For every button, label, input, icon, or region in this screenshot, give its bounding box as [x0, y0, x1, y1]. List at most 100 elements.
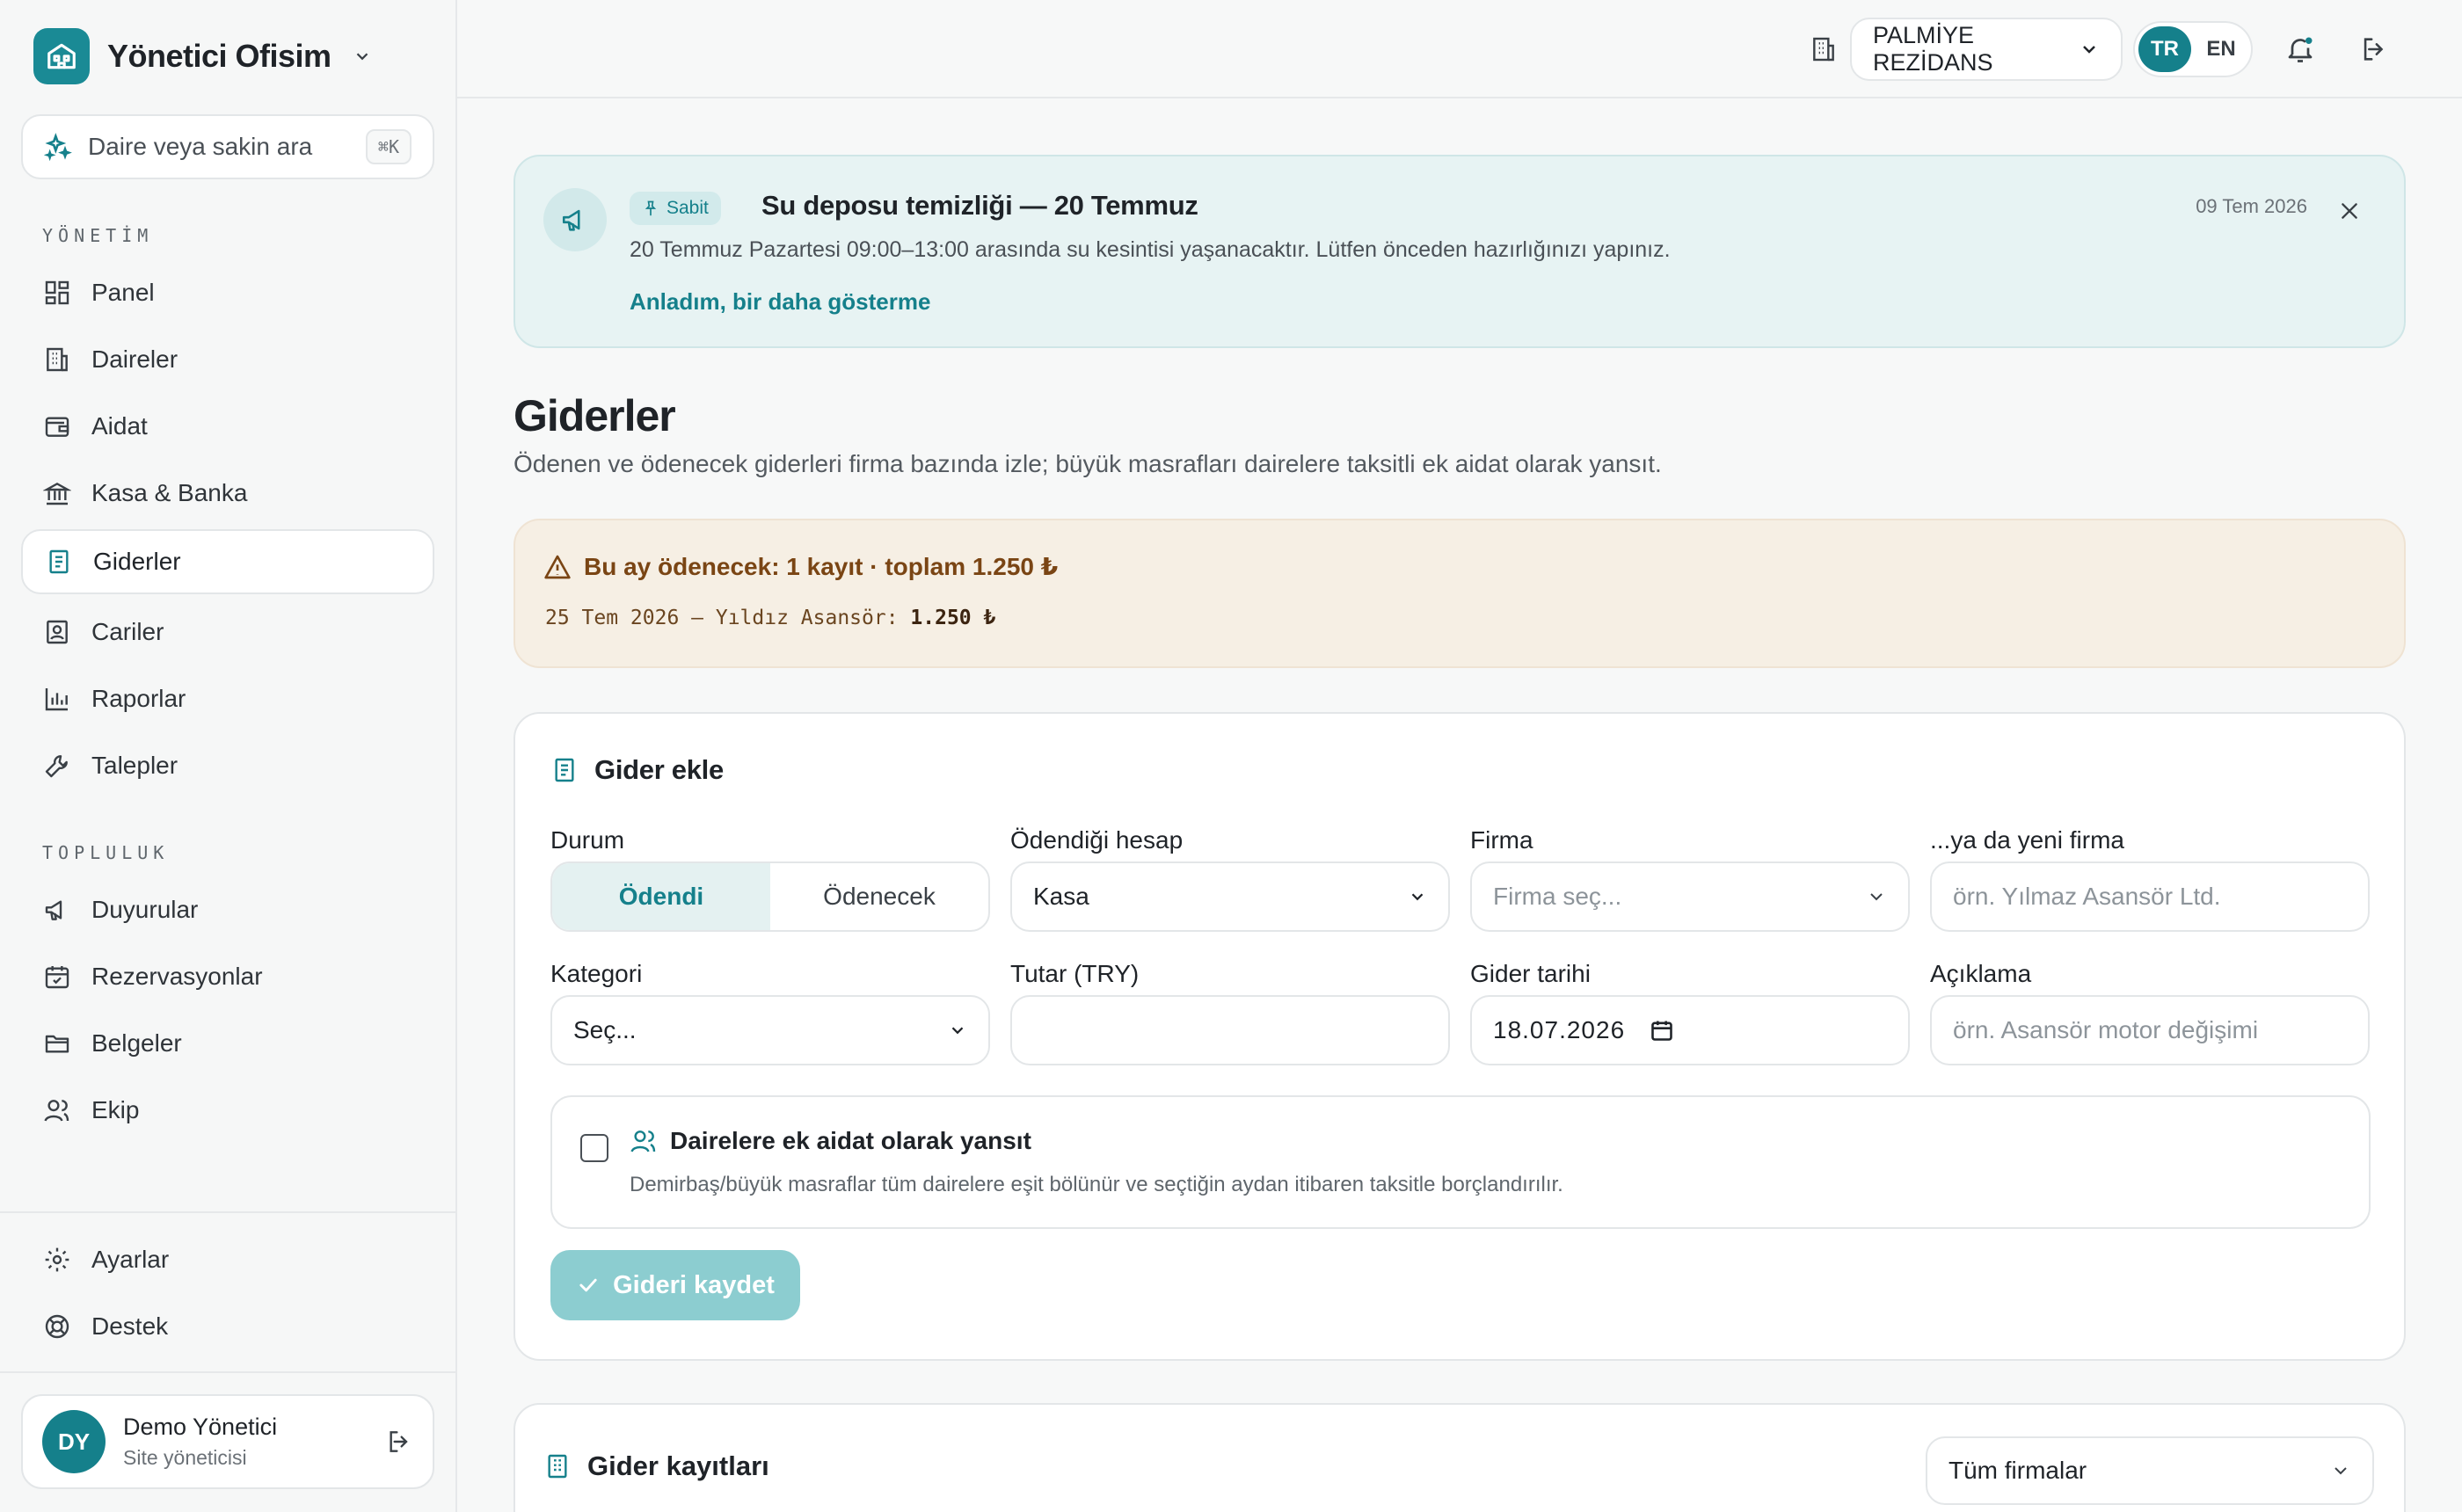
lang-en-button[interactable]: EN: [2195, 26, 2247, 72]
wallet-icon: [42, 411, 72, 441]
contact-book-icon: [42, 617, 72, 647]
sidebar-item-label: Giderler: [93, 548, 181, 575]
alert-item-text: 25 Tem 2026 — Yıldız Asansör:: [545, 607, 911, 629]
bank-icon: [42, 478, 72, 508]
sidebar-item-giderler[interactable]: Giderler: [21, 529, 434, 594]
chevron-down-icon: [2079, 39, 2100, 60]
account-value: Kasa: [1033, 883, 1089, 910]
amount-input[interactable]: [1010, 995, 1450, 1065]
sidebar-item-label: Cariler: [91, 618, 164, 645]
search-input[interactable]: Daire veya sakin ara ⌘K: [21, 114, 434, 179]
sidebar-item-kasa-banka[interactable]: Kasa & Banka: [21, 461, 434, 526]
main-area: PALMİYE REZİDANS TR EN Sabit Su deposu t…: [457, 0, 2462, 1512]
receipt-icon: [44, 547, 74, 577]
save-expense-button[interactable]: Gideri kaydet: [550, 1250, 800, 1320]
sidebar-item-label: Raporlar: [91, 685, 186, 712]
upcoming-payments-alert: Bu ay ödenecek: 1 kayıt · toplam 1.250 ₺…: [514, 519, 2406, 668]
users-icon: [630, 1127, 658, 1155]
description-input[interactable]: örn. Asansör motor değişimi: [1930, 995, 2370, 1065]
bell-icon[interactable]: [2281, 30, 2320, 69]
pinned-badge-label: Sabit: [666, 198, 709, 218]
chevron-down-icon: [353, 47, 372, 66]
alert-item-amount: 1.250 ₺: [910, 607, 996, 629]
announcement-banner: Sabit Su deposu temizliği — 20 Temmuz 09…: [514, 155, 2406, 348]
sidebar-item-talepler[interactable]: Talepler: [21, 733, 434, 798]
sidebar-item-cariler[interactable]: Cariler: [21, 600, 434, 665]
check-icon: [576, 1273, 601, 1298]
chevron-down-icon: [1866, 886, 1887, 907]
bar-chart-icon: [42, 684, 72, 714]
firm-filter-value: Tüm firmalar: [1948, 1457, 2087, 1484]
expense-date-input[interactable]: 18.07.2026: [1470, 995, 1910, 1065]
sidebar-item-ayarlar[interactable]: Ayarlar: [21, 1227, 434, 1292]
sidebar-item-label: Rezervasyonlar: [91, 963, 263, 990]
dismiss-forever-link[interactable]: Anladım, bir daha gösterme: [630, 288, 930, 316]
account-label: Ödendiği hesap: [1010, 826, 1184, 854]
site-select[interactable]: PALMİYE REZİDANS: [1850, 18, 2123, 81]
gear-icon: [42, 1245, 72, 1275]
announcement-body: 20 Temmuz Pazartesi 09:00–13:00 arasında…: [630, 237, 1671, 262]
calendar-picker-icon[interactable]: [1650, 1018, 1674, 1043]
sidebar-item-label: Ekip: [91, 1096, 140, 1123]
reflect-checkbox[interactable]: [580, 1134, 608, 1162]
category-placeholder: Seç...: [573, 1016, 637, 1043]
reflect-as-dues-option: Dairelere ek aidat olarak yansıt Demirba…: [550, 1095, 2371, 1229]
firm-select[interactable]: Firma seç...: [1470, 861, 1910, 932]
firm-filter-select[interactable]: Tüm firmalar: [1926, 1436, 2374, 1505]
page-title: Giderler: [514, 391, 676, 440]
pinned-badge: Sabit: [630, 192, 721, 225]
category-select[interactable]: Seç...: [550, 995, 990, 1065]
section-label-management: YÖNETİM: [42, 225, 154, 246]
sidebar-divider: [0, 1371, 455, 1373]
receipt-icon: [550, 756, 579, 784]
grid-icon: [42, 278, 72, 308]
user-card: DY Demo Yönetici Site yöneticisi: [21, 1394, 434, 1489]
announcement-title: Su deposu temizliği — 20 Temmuz: [761, 190, 1198, 221]
chevron-down-icon: [948, 1021, 967, 1040]
building-icon: [543, 1452, 572, 1480]
building-icon: [42, 345, 72, 374]
sidebar-item-label: Belgeler: [91, 1029, 182, 1057]
building-icon: [1804, 30, 1843, 69]
building-home-icon: [33, 28, 90, 84]
sidebar-item-belgeler[interactable]: Belgeler: [21, 1011, 434, 1076]
firm-placeholder: Firma seç...: [1493, 883, 1622, 910]
folder-icon: [42, 1029, 72, 1058]
sidebar-item-daireler[interactable]: Daireler: [21, 327, 434, 392]
avatar: DY: [42, 1410, 106, 1473]
status-payable-option[interactable]: Ödenecek: [770, 863, 988, 930]
megaphone-icon: [543, 188, 607, 251]
description-label: Açıklama: [1930, 960, 2032, 987]
sidebar-item-duyurular[interactable]: Duyurular: [21, 877, 434, 942]
brand-switcher[interactable]: Yönetici Ofisim: [33, 28, 372, 84]
user-name: Demo Yönetici: [123, 1414, 278, 1440]
sidebar-item-aidat[interactable]: Aidat: [21, 394, 434, 459]
brand-name: Yönetici Ofisim: [107, 38, 331, 74]
sidebar-item-panel[interactable]: Panel: [21, 260, 434, 325]
sidebar-item-ekip[interactable]: Ekip: [21, 1078, 434, 1143]
new-firm-label: ...ya da yeni firma: [1930, 826, 2124, 854]
sidebar-item-label: Duyurular: [91, 896, 199, 923]
logout-icon[interactable]: [385, 1428, 413, 1456]
status-paid-option[interactable]: Ödendi: [552, 863, 770, 930]
expense-records-card: Gider kayıtları Tüm firmalar: [514, 1403, 2406, 1512]
sidebar-item-destek[interactable]: Destek: [21, 1294, 434, 1359]
new-firm-input[interactable]: örn. Yılmaz Asansör Ltd.: [1930, 861, 2370, 932]
sidebar-item-label: Aidat: [91, 412, 148, 440]
sidebar-item-label: Talepler: [91, 752, 178, 779]
close-icon[interactable]: [2334, 195, 2365, 227]
pin-icon: [642, 200, 659, 217]
add-expense-card: Gider ekle Durum Ödendiği hesap Firma ..…: [514, 712, 2406, 1361]
card-title: Gider ekle: [594, 754, 724, 785]
lang-tr-button[interactable]: TR: [2138, 26, 2191, 72]
firm-label: Firma: [1470, 826, 1533, 854]
megaphone-icon: [42, 895, 72, 925]
sidebar-item-label: Panel: [91, 279, 155, 306]
reflect-title: Dairelere ek aidat olarak yansıt: [670, 1127, 1031, 1154]
sidebar-item-rezervasyonlar[interactable]: Rezervasyonlar: [21, 944, 434, 1009]
account-select[interactable]: Kasa: [1010, 861, 1450, 932]
sidebar-item-raporlar[interactable]: Raporlar: [21, 666, 434, 731]
warning-triangle-icon: [543, 553, 572, 581]
logout-icon[interactable]: [2355, 30, 2393, 69]
sidebar-divider: [0, 1211, 455, 1213]
